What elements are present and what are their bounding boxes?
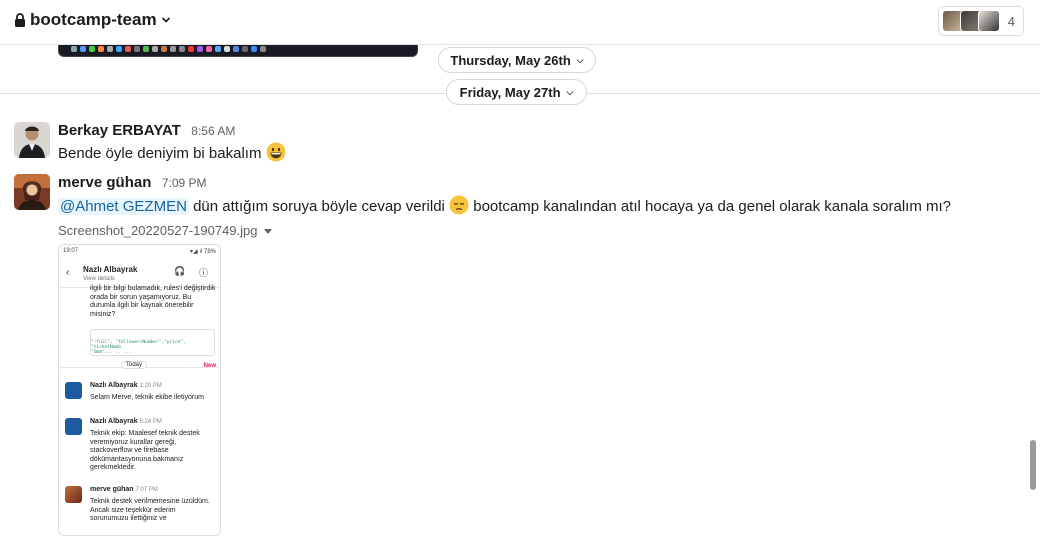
avatar[interactable]: [14, 174, 50, 210]
image-attachment-preview[interactable]: 19:07 ▾◢ ıl 78% ‹ Nazlı Albayrak View de…: [58, 244, 221, 536]
channel-name-button[interactable]: bootcamp-team: [14, 10, 171, 30]
caret-down-icon[interactable]: [263, 223, 272, 238]
preview-author: Nazlı Albayrak 1:20 PM: [90, 382, 162, 389]
message-text: Bende öyle deniyim bi bakalım: [58, 142, 286, 162]
message-body: dün attığım soruya böyle cevap verildi: [188, 198, 450, 215]
avatar: [65, 382, 82, 399]
preview-text: ilgili bir bilgi bulamadık, rules'i deği…: [90, 285, 216, 318]
author-name[interactable]: Berkay ERBAYAT: [58, 122, 181, 139]
channel-name: bootcamp-team: [30, 10, 157, 29]
pensive-face-emoji: [449, 195, 469, 215]
back-arrow-icon: ‹: [66, 267, 70, 278]
message-body: Bende öyle deniyim bi bakalım: [58, 145, 262, 162]
new-marker: New: [203, 363, 216, 369]
today-divider: Today: [121, 361, 148, 369]
attachment-filename[interactable]: Screenshot_20220527-190749.jpg: [58, 223, 272, 238]
avatar: [65, 486, 82, 503]
chat-subtitle: View details: [83, 276, 115, 282]
date-label: Thursday, May 26th: [450, 52, 571, 68]
info-icon: ⓘ: [199, 268, 209, 278]
preview-message: Selam Merve, teknik ekibe iletiyorum: [90, 394, 204, 401]
date-pill-thursday[interactable]: Thursday, May 26th ⌵: [438, 47, 596, 73]
member-count: 4: [1007, 13, 1015, 29]
message-body-continued: bootcamp kanalından atıl hocaya ya da ge…: [469, 198, 952, 215]
date-label: Friday, May 27th: [459, 84, 561, 100]
channel-header: bootcamp-team 4: [0, 0, 1040, 45]
status-time: 19:07: [63, 248, 79, 254]
user-mention[interactable]: @Ahmet GEZMEN: [58, 198, 189, 215]
avatar: [65, 418, 82, 435]
status-indicators: ▾◢ ıl 78%: [190, 249, 216, 255]
author-name[interactable]: merve gühan: [58, 174, 151, 191]
member-list-button[interactable]: 4: [937, 6, 1024, 36]
timestamp[interactable]: 7:09 PM: [162, 176, 207, 190]
preview-message: Teknik ekip: Maalesef teknik destek vere…: [90, 430, 200, 471]
member-avatars: [941, 10, 1000, 32]
lock-icon: [14, 13, 26, 27]
headphones-icon: 🎧: [174, 266, 186, 276]
message-meta: Berkay ERBAYAT 8:56 AM: [58, 122, 235, 140]
timestamp[interactable]: 8:56 AM: [191, 124, 235, 138]
message-text: @Ahmet GEZMEN dün attığım soruya böyle c…: [58, 195, 951, 215]
message-meta: merve gühan 7:09 PM: [58, 174, 207, 192]
chevron-down-icon: [161, 16, 171, 24]
avatar: [977, 10, 1000, 32]
chevron-down-icon: ⌵: [576, 54, 584, 65]
preview-author: merve gühan 7:07 PM: [90, 486, 158, 493]
grinning-face-emoji: [266, 142, 286, 162]
code-line: ":full", "followersNumber","price", "tic…: [91, 340, 186, 350]
date-pill-friday[interactable]: Friday, May 27th ⌵: [446, 79, 587, 105]
chevron-down-icon: ⌵: [566, 86, 574, 97]
code-block: ":full", "followersNumber","price", "tic…: [90, 329, 215, 356]
filename-text: Screenshot_20220527-190749.jpg: [58, 223, 258, 238]
avatar[interactable]: [14, 122, 50, 158]
scrollbar-thumb[interactable]: [1030, 440, 1036, 490]
code-line: "Gmm"... .. ...: [91, 350, 132, 355]
preview-author: Nazlı Albayrak 5:24 PM: [90, 418, 162, 425]
preview-message: Teknik destek verilmemesine üzüldüm. Anc…: [90, 498, 210, 522]
chat-title: Nazlı Albayrak: [83, 265, 138, 274]
